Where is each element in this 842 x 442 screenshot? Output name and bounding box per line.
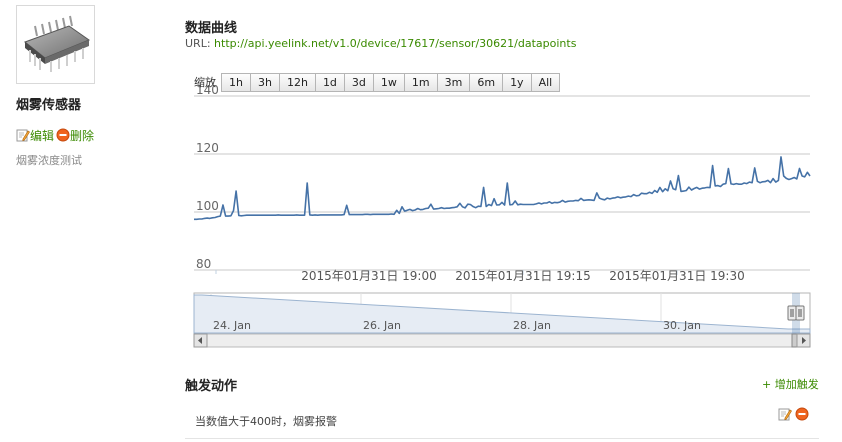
- zoom-bar: 缩放 1h 3h 12h 1d 3d 1w 1m 3m 6m 1y All: [194, 72, 561, 92]
- scrollbar-track[interactable]: [193, 333, 811, 348]
- navigator-handle[interactable]: [787, 305, 797, 321]
- y-tick-label: 120: [196, 141, 219, 155]
- zoom-button-1y[interactable]: 1y: [502, 72, 532, 92]
- zoom-button-all[interactable]: All: [530, 72, 561, 92]
- zoom-button-6m[interactable]: 6m: [469, 72, 504, 92]
- navigator-handle[interactable]: [795, 305, 805, 321]
- zoom-label: 缩放: [194, 76, 216, 89]
- trigger-text: 当数值大于400时，烟雾报警: [195, 415, 337, 428]
- trigger-actions: [778, 407, 809, 421]
- delete-trigger-icon[interactable]: [795, 407, 809, 421]
- zoom-button-3m[interactable]: 3m: [436, 72, 471, 92]
- trigger-section-title: 触发动作: [185, 379, 238, 394]
- x-tick-label: 2015年01月31日 19:00: [301, 269, 436, 283]
- x-tick-label: 2015年01月31日 19:30: [609, 269, 744, 283]
- edit-trigger-icon[interactable]: [778, 407, 792, 421]
- navigator-tick-label: 24. Jan: [213, 319, 251, 332]
- navigator-tick-label: 30. Jan: [663, 319, 701, 332]
- trigger-row: 当数值大于400时，烟雾报警: [185, 399, 819, 439]
- zoom-button-1w[interactable]: 1w: [372, 72, 405, 92]
- zoom-button-1m[interactable]: 1m: [403, 72, 438, 92]
- x-tick-label: 2015年01月31日 19:15: [455, 269, 590, 283]
- zoom-button-3h[interactable]: 3h: [249, 72, 280, 92]
- y-tick-label: 80: [196, 257, 211, 271]
- sensor-chart: 140120100802015年01月31日 19:00 2015年01月31日 …: [193, 83, 811, 348]
- series-line: [194, 156, 811, 221]
- zoom-button-1h[interactable]: 1h: [221, 72, 251, 92]
- zoom-button-1d[interactable]: 1d: [314, 72, 345, 92]
- navigator-tick-label: 28. Jan: [513, 319, 551, 332]
- y-tick-label: 100: [196, 199, 219, 213]
- navigator-tick-label: 26. Jan: [363, 319, 401, 332]
- add-trigger-link[interactable]: + 增加触发: [762, 376, 819, 392]
- zoom-button-12h[interactable]: 12h: [278, 72, 316, 92]
- zoom-button-3d[interactable]: 3d: [343, 72, 374, 92]
- scrollbar-thumb[interactable]: [791, 333, 798, 348]
